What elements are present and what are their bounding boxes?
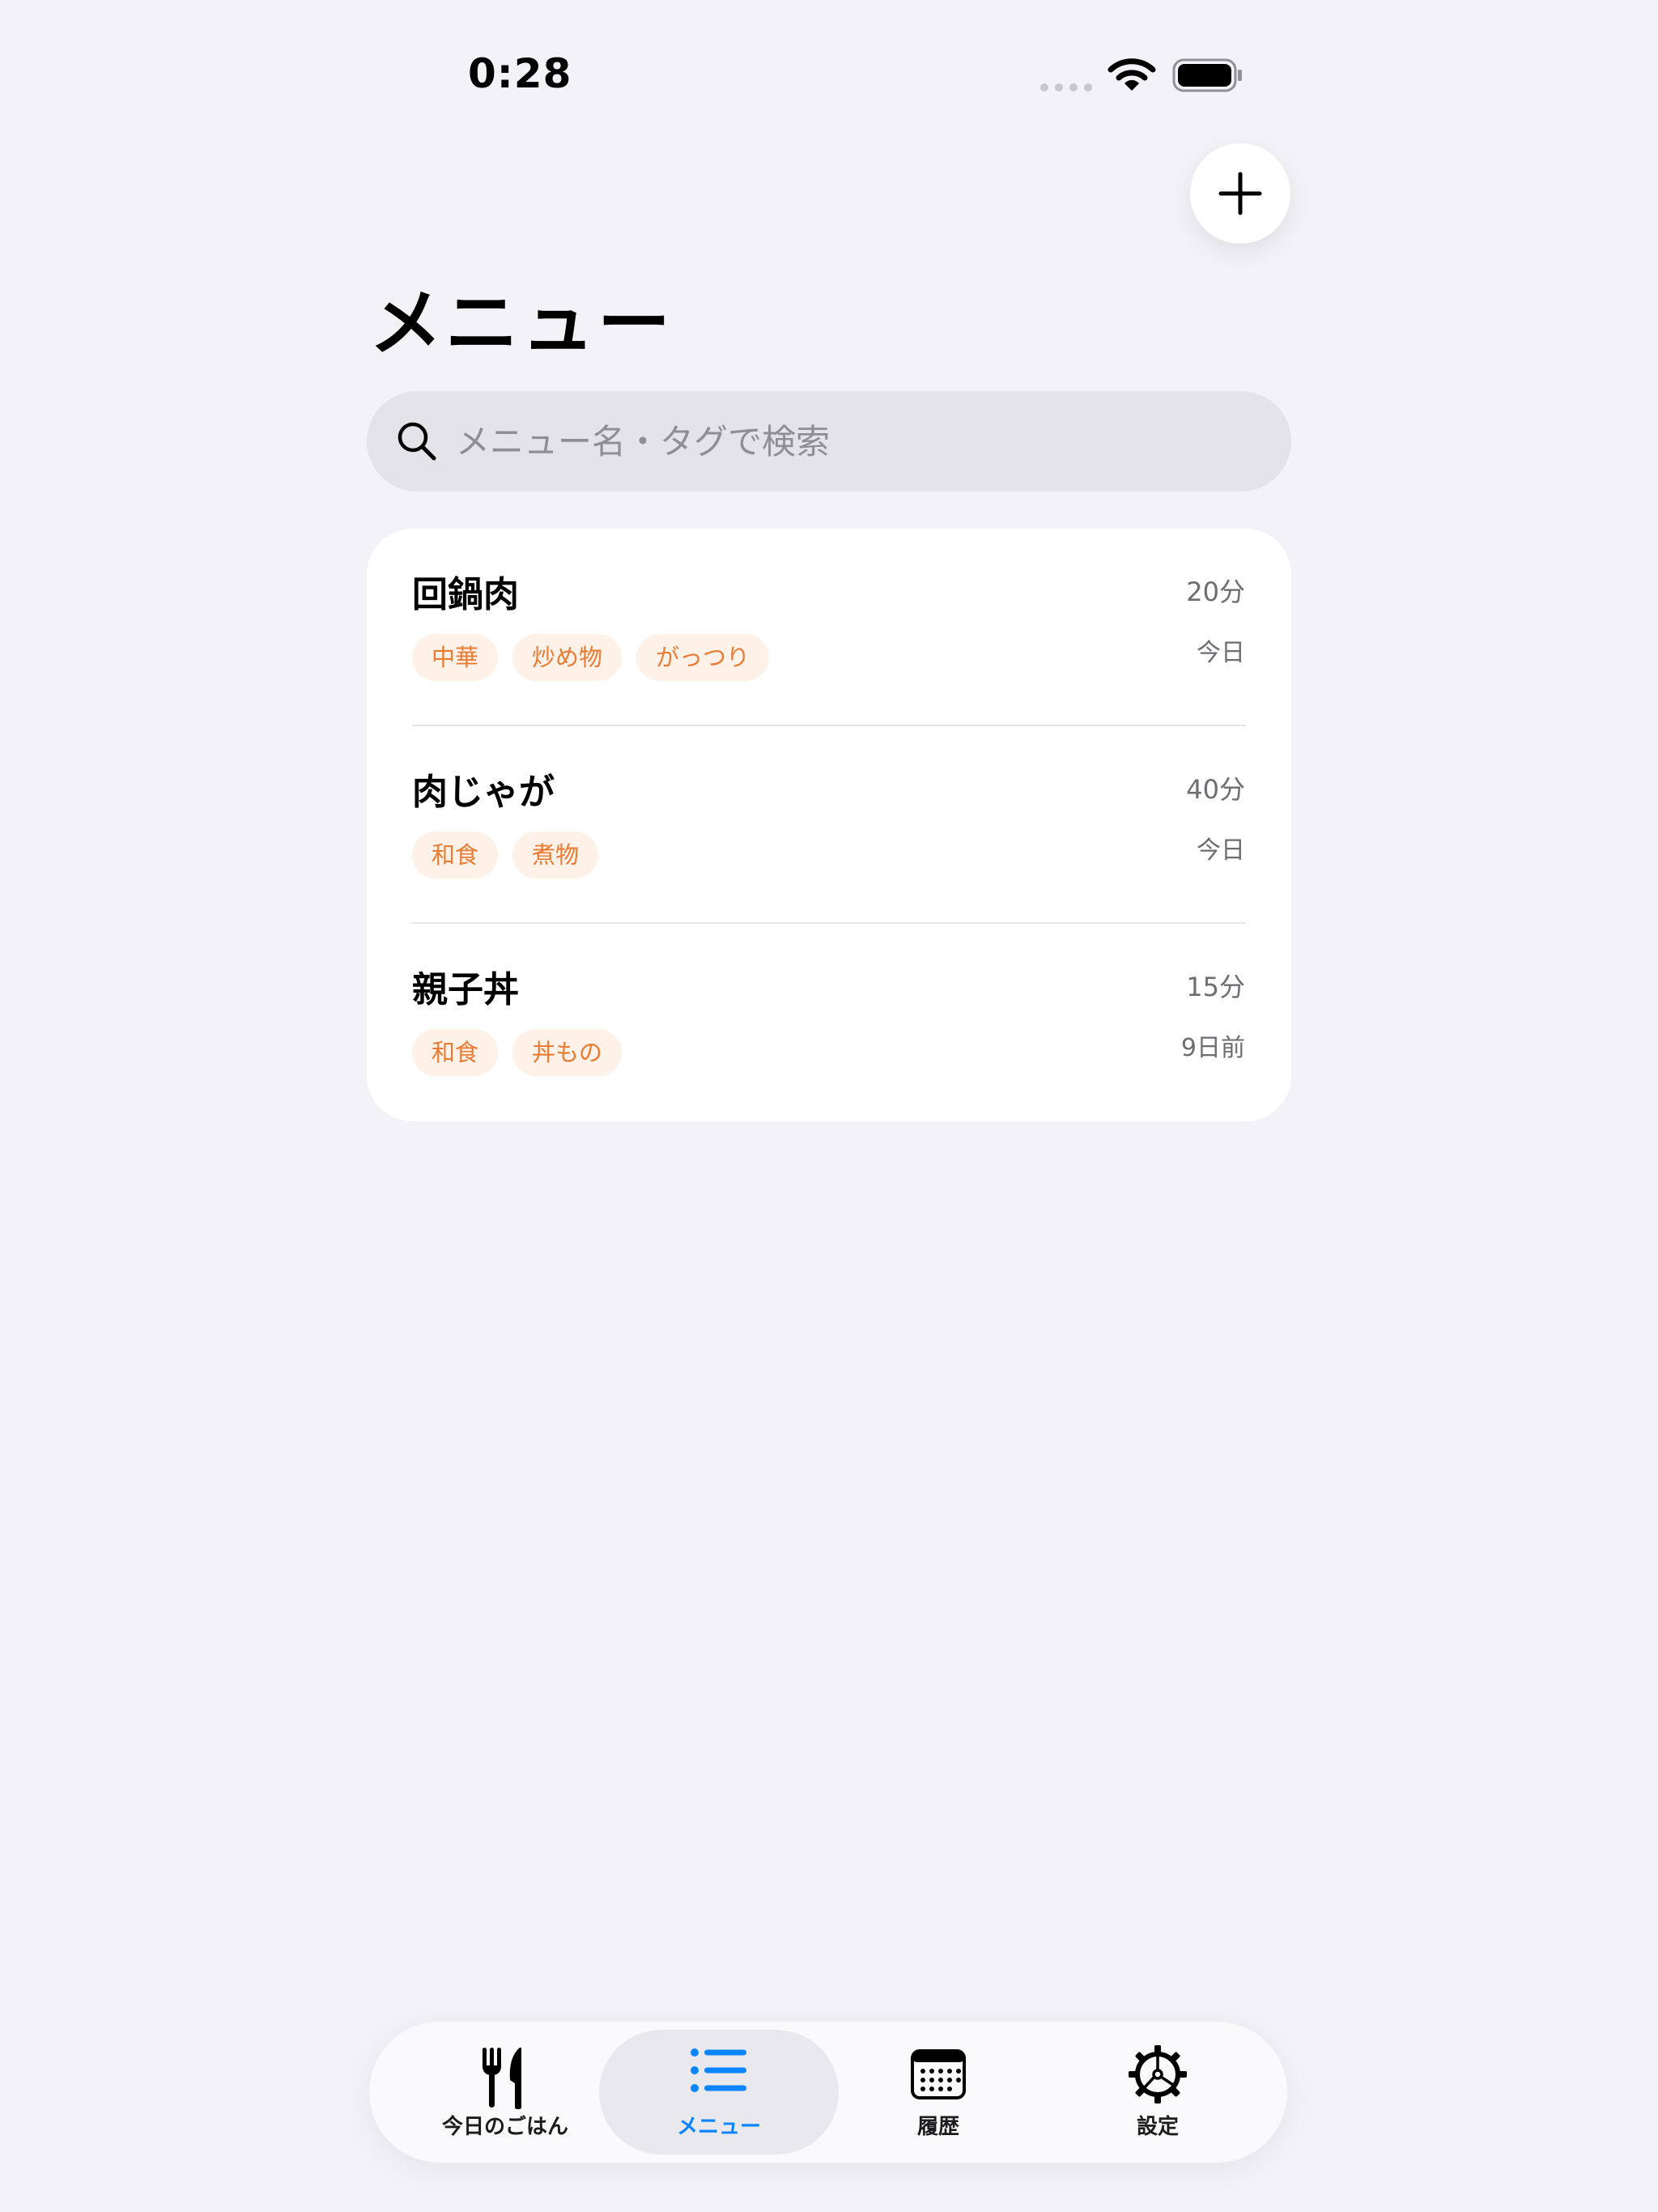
menu-list: 回鍋肉 20分 中華 炒め物 がっつり 今日 肉じゃが 40分 和食 煮物 今日… bbox=[367, 529, 1291, 1121]
cook-time: 40分 bbox=[1186, 774, 1245, 805]
tag: がっつり bbox=[636, 634, 770, 681]
page-title: メニュー bbox=[369, 281, 674, 366]
menu-screen: 0:28 メニュー メニュー名・タグで検索 回鍋肉 20分 中華 炒め物 がっつ… bbox=[0, 0, 1658, 2212]
menu-list-item[interactable]: 肉じゃが 40分 和食 煮物 今日 bbox=[367, 726, 1291, 924]
plus-icon bbox=[1218, 172, 1262, 215]
tag: 中華 bbox=[412, 634, 499, 681]
tag: 和食 bbox=[412, 832, 499, 878]
search-icon bbox=[397, 422, 436, 461]
search-input[interactable] bbox=[456, 407, 1249, 475]
menu-list-item[interactable]: 親子丼 15分 和食 丼もの 9日前 bbox=[367, 924, 1291, 1121]
last-cooked: 今日 bbox=[1197, 639, 1245, 667]
tag: 和食 bbox=[412, 1029, 499, 1076]
last-cooked: 今日 bbox=[1197, 836, 1245, 865]
cook-time: 15分 bbox=[1186, 972, 1245, 1002]
tag: 煮物 bbox=[512, 832, 599, 878]
last-cooked: 9日前 bbox=[1180, 1034, 1245, 1062]
tag-list: 中華 炒め物 がっつり bbox=[412, 634, 770, 681]
tab-label: 今日のごはん bbox=[441, 2115, 568, 2139]
tab-today[interactable]: 今日のごはん bbox=[385, 2030, 625, 2155]
add-menu-button[interactable] bbox=[1190, 143, 1290, 244]
tab-label: メニュー bbox=[676, 2115, 761, 2139]
status-indicators bbox=[1039, 55, 1244, 94]
tag-list: 和食 煮物 bbox=[412, 832, 599, 878]
menu-list-item[interactable]: 回鍋肉 20分 中華 炒め物 がっつり 今日 bbox=[367, 529, 1291, 726]
calendar-icon bbox=[911, 2049, 966, 2099]
tag-list: 和食 丼もの bbox=[412, 1029, 623, 1076]
menu-name: 肉じゃが bbox=[412, 772, 555, 813]
wifi-icon bbox=[1107, 58, 1156, 91]
battery-icon bbox=[1172, 58, 1242, 92]
tab-history[interactable]: 履歴 bbox=[818, 2030, 1058, 2155]
gear-icon bbox=[1129, 2045, 1187, 2104]
tab-settings[interactable]: 設定 bbox=[1038, 2030, 1278, 2155]
tag: 丼もの bbox=[512, 1029, 623, 1076]
tag: 炒め物 bbox=[512, 634, 623, 681]
menu-name: 親子丼 bbox=[412, 969, 519, 1010]
status-time: 0:28 bbox=[468, 50, 572, 97]
tab-bar: 今日のごはん メニュー 履歴 設定 bbox=[369, 2022, 1287, 2163]
tab-label: 設定 bbox=[1136, 2115, 1179, 2139]
tab-label: 履歴 bbox=[916, 2115, 959, 2139]
list-icon bbox=[691, 2048, 746, 2092]
cellular-dots-icon bbox=[1040, 83, 1092, 91]
menu-name: 回鍋肉 bbox=[412, 574, 519, 615]
cook-time: 20分 bbox=[1186, 576, 1245, 607]
tab-menu[interactable]: メニュー bbox=[599, 2030, 839, 2155]
search-bar[interactable] bbox=[367, 391, 1291, 491]
fork-knife-icon bbox=[483, 2048, 521, 2109]
